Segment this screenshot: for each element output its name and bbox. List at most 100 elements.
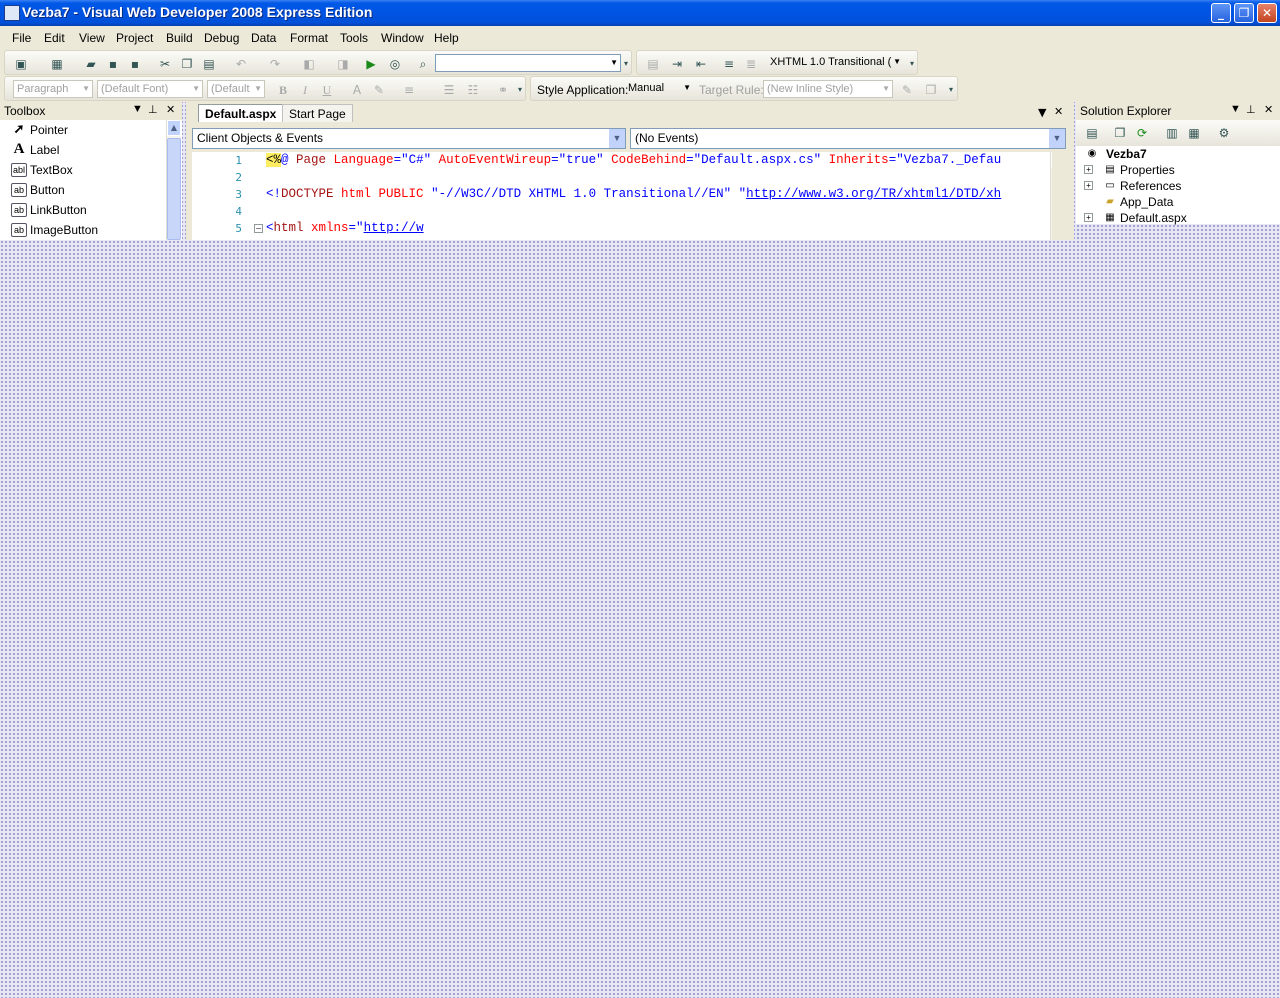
hyperlink-icon[interactable]: ⚭ [495,82,511,98]
tree-node-default-aspx[interactable]: + ▦ Default.aspx [1084,210,1274,226]
toolbox-item-pointer[interactable]: ➚ Pointer [8,120,168,140]
doctype-url-link[interactable]: http://www.w3.org/TR/xhtml1/DTD/xh [746,187,1001,201]
expand-icon[interactable]: + [1084,181,1093,190]
code-scrollbar[interactable]: ▲ [1050,152,1052,240]
close-button[interactable]: ✕ [1257,3,1277,23]
format-document-icon[interactable]: ▤ [645,56,661,72]
scroll-up-icon[interactable]: ▲ [1051,152,1052,168]
toolbox-item-button[interactable]: ab Button [8,180,168,200]
uncomment-icon[interactable]: ≣ [743,56,759,72]
add-item-icon[interactable]: ▦ [49,56,65,72]
view-in-browser-icon[interactable]: ◎ [387,56,403,72]
find-combo[interactable]: ▼ [435,54,621,72]
toolbar-options-icon[interactable]: ▾ [947,82,955,98]
close-document-icon[interactable]: ✕ [1054,105,1063,118]
font-size-dropdown[interactable]: (Default ▼ [207,80,265,98]
menu-edit[interactable]: Edit [44,31,65,45]
italic-button[interactable]: I [297,82,313,98]
save-icon[interactable]: ▪ [105,56,121,72]
toolbar-options-icon[interactable]: ▾ [908,56,916,72]
style-application-dropdown[interactable]: Manual ▼ [625,80,693,98]
toolbox-item-label[interactable]: A Label [8,140,168,160]
navigate-backward-icon[interactable]: ◧ [301,56,317,72]
minimize-button[interactable]: _ [1211,3,1231,23]
paste-icon[interactable]: ▤ [201,56,217,72]
scroll-thumb[interactable] [167,138,181,240]
start-debugging-icon[interactable]: ▶ [363,56,379,72]
properties-icon[interactable]: ▤ [1084,125,1100,141]
title-bar[interactable]: Vezba7 - Visual Web Developer 2008 Expre… [0,0,1280,26]
block-format-dropdown[interactable]: Paragraph ▼ [13,80,93,98]
bold-button[interactable]: B [275,82,291,98]
font-name-dropdown[interactable]: (Default Font) ▼ [97,80,203,98]
numbering-icon[interactable]: ☷ [465,82,481,98]
view-code-icon[interactable]: ▥ [1164,125,1180,141]
restore-button[interactable]: ❐ [1234,3,1254,23]
tree-node-project[interactable]: ◉ Vezba7 [1084,146,1274,162]
xmlns-url-link[interactable]: http://w [364,221,424,235]
save-all-icon[interactable]: ▪ [127,56,143,72]
scroll-up-icon[interactable]: ▲ [167,120,181,136]
client-objects-dropdown[interactable]: Client Objects & Events ▼ [192,128,626,149]
close-icon[interactable]: ✕ [1264,103,1273,116]
underline-button[interactable]: U [319,82,335,98]
menu-file[interactable]: File [12,31,31,45]
refresh-icon[interactable]: ⟳ [1134,125,1150,141]
menu-tools[interactable]: Tools [340,31,368,45]
expand-icon[interactable]: + [1084,165,1093,174]
comment-icon[interactable]: ≡ [721,56,737,72]
menu-build[interactable]: Build [166,31,193,45]
auto-hide-pin-icon[interactable]: ⊥ [148,103,158,116]
manage-styles-icon[interactable]: ❐ [923,82,939,98]
auto-hide-pin-icon[interactable]: ⊥ [1246,103,1256,116]
active-files-icon[interactable]: ▼ [1038,106,1046,119]
undo-icon[interactable]: ↶ [233,56,249,72]
events-dropdown[interactable]: (No Events) ▼ [630,128,1066,149]
justify-icon[interactable]: ≡ [401,82,417,98]
menu-data[interactable]: Data [251,31,276,45]
close-icon[interactable]: ✕ [166,103,175,116]
bullets-icon[interactable]: ☰ [441,82,457,98]
window-position-icon[interactable]: ▼ [1230,103,1241,115]
foreground-color-icon[interactable]: A [349,82,365,98]
toolbar-options-icon[interactable]: ▾ [622,56,630,72]
window-position-icon[interactable]: ▼ [132,103,143,115]
toolbox-item-linkbutton[interactable]: ab LinkButton [8,200,168,220]
show-all-files-icon[interactable]: ❐ [1112,125,1128,141]
toolbar-options-icon[interactable]: ▾ [516,82,524,98]
tree-node-properties[interactable]: + ▤ Properties [1084,162,1274,178]
open-file-icon[interactable]: ▰ [83,56,99,72]
copy-icon[interactable]: ❐ [179,56,195,72]
tree-node-references[interactable]: + ▭ References [1084,178,1274,194]
expand-icon[interactable]: + [1084,213,1093,222]
collapse-icon[interactable]: − [254,224,263,233]
target-rule-dropdown[interactable]: (New Inline Style) ▼ [763,80,893,98]
tab-default-aspx[interactable]: Default.aspx [198,104,284,122]
cut-icon[interactable]: ✂ [157,56,173,72]
navigate-forward-icon[interactable]: ◨ [335,56,351,72]
toolbox-scrollbar[interactable]: ▲ [166,120,181,240]
solution-explorer-title: Solution Explorer [1080,104,1172,118]
asp-net-configuration-icon[interactable]: ⚙ [1216,125,1232,141]
redo-icon[interactable]: ↷ [267,56,283,72]
code-editor[interactable]: 1 2 3 4 5 − <%@ Page Language="C#" AutoE… [192,152,1052,240]
menu-view[interactable]: View [79,31,105,45]
tree-node-app-data[interactable]: ▰ App_Data [1084,194,1274,210]
app-icon[interactable] [4,5,20,21]
menu-debug[interactable]: Debug [204,31,239,45]
find-in-files-icon[interactable]: ⌕ [415,56,431,72]
decrease-indent-icon[interactable]: ⇤ [693,56,709,72]
toolbox-item-imagebutton[interactable]: ab ImageButton [8,220,168,240]
menu-help[interactable]: Help [434,31,459,45]
view-designer-icon[interactable]: ▦ [1186,125,1202,141]
apply-new-style-icon[interactable]: ✎ [899,82,915,98]
menu-window[interactable]: Window [381,31,424,45]
doctype-dropdown[interactable]: XHTML 1.0 Transitional (▼ [767,54,903,72]
highlight-color-icon[interactable]: ✎ [371,82,387,98]
increase-indent-icon[interactable]: ⇥ [669,56,685,72]
toolbox-item-textbox[interactable]: abl TextBox [8,160,168,180]
menu-format[interactable]: Format [290,31,328,45]
menu-project[interactable]: Project [116,31,153,45]
tab-start-page[interactable]: Start Page [282,104,353,122]
new-project-icon[interactable]: ▣ [13,56,29,72]
